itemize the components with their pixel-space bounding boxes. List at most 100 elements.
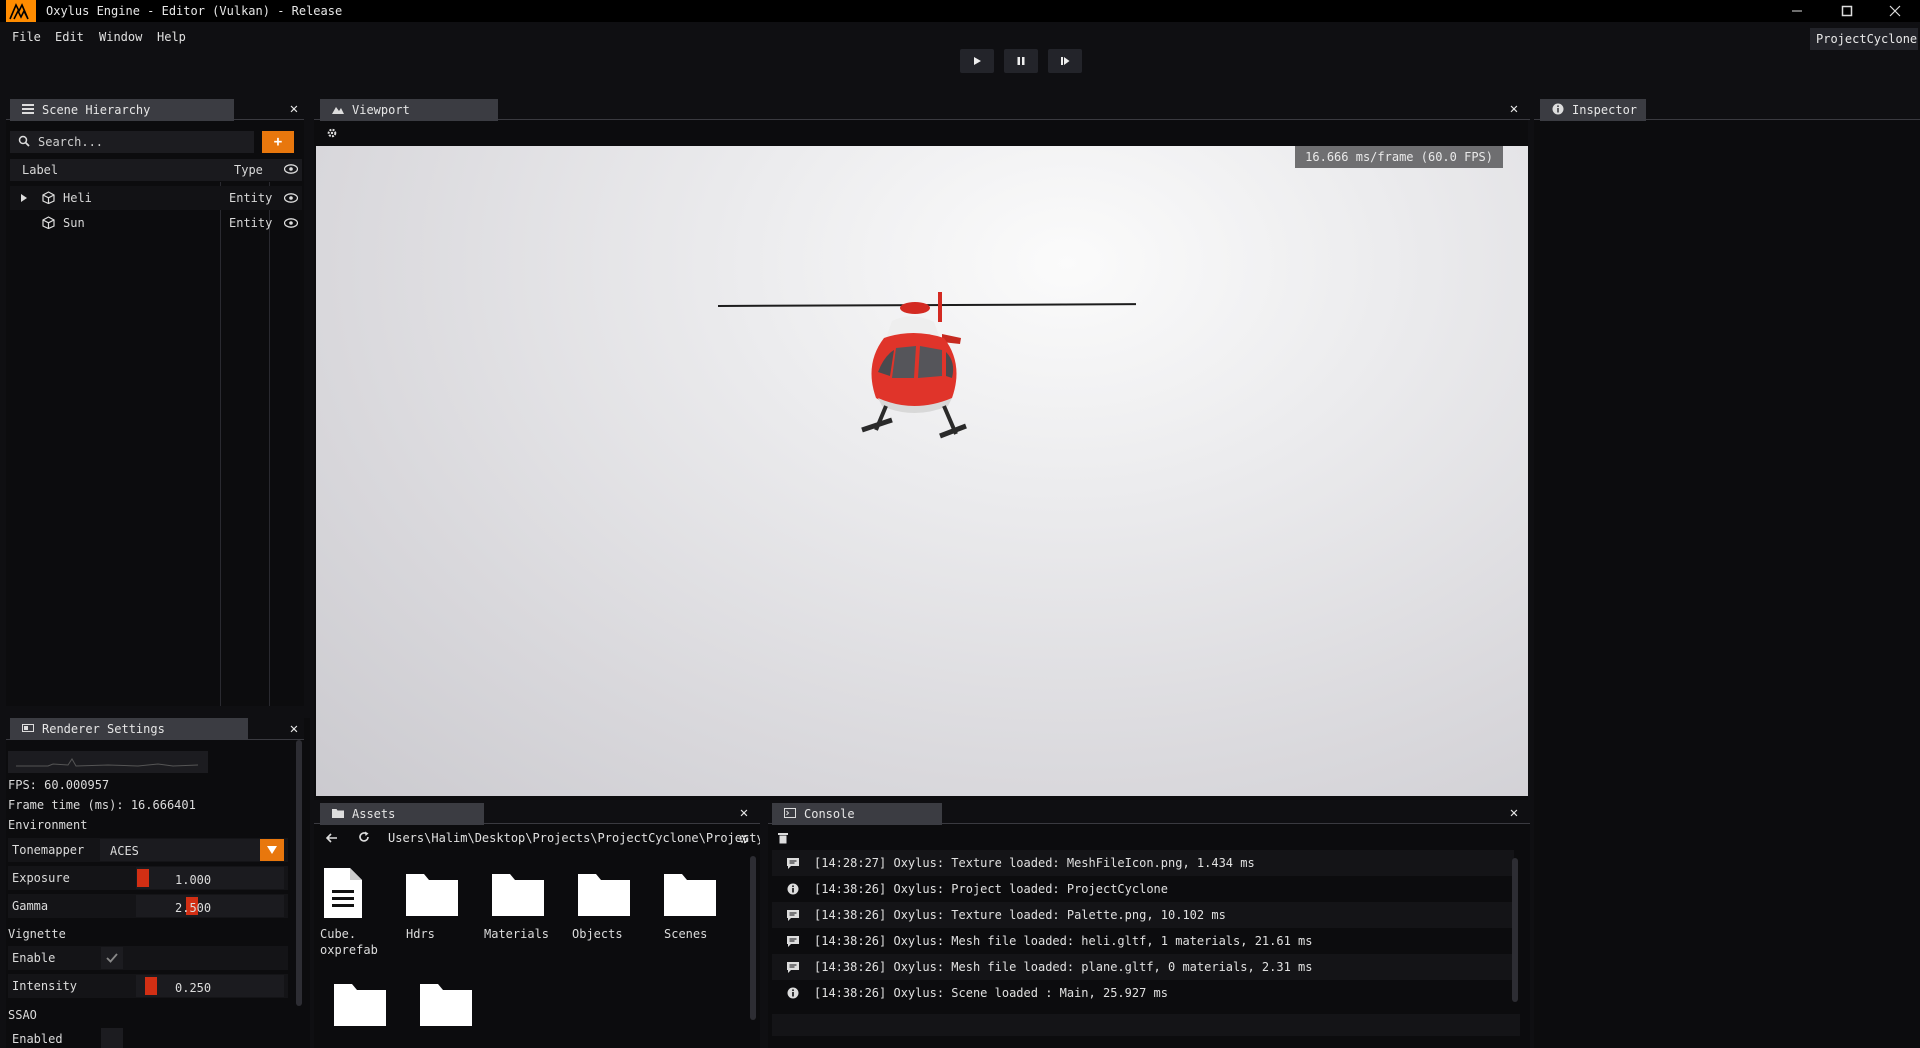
console-line[interactable]: [14:38:26] Oxylus: Mesh file loaded: hel… — [772, 928, 1514, 954]
tab-renderer-settings[interactable]: Renderer Settings — [10, 718, 248, 740]
asset-file-item[interactable]: Cube. oxprefab — [320, 866, 400, 958]
column-label-header[interactable]: Label — [22, 163, 58, 177]
entity-label[interactable]: Heli — [63, 191, 92, 205]
list-icon — [22, 103, 34, 117]
console-input[interactable] — [772, 1014, 1520, 1036]
maximize-button[interactable] — [1824, 0, 1870, 22]
tab-label: Console — [804, 807, 855, 821]
tab-scene-hierarchy[interactable]: Scene Hierarchy — [10, 99, 234, 121]
ssao-enabled-checkbox[interactable] — [101, 1028, 123, 1048]
column-divider — [269, 182, 270, 706]
asset-path-breadcrumb[interactable]: Users\Halim\Desktop\Projects\ProjectCycl… — [388, 831, 760, 845]
tonemapper-value: ACES — [110, 844, 139, 858]
exposure-label: Exposure — [12, 871, 70, 885]
menu-help[interactable]: Help — [157, 30, 186, 44]
tab-label: Scene Hierarchy — [42, 103, 151, 117]
back-arrow-icon[interactable] — [325, 832, 338, 846]
visibility-header-icon — [283, 163, 299, 177]
asset-folder-item[interactable] — [332, 976, 412, 1030]
chevron-down-icon[interactable] — [260, 839, 284, 861]
entity-type: Entity — [229, 216, 273, 230]
asset-label: Scenes — [664, 927, 708, 941]
gamma-value: 2.500 — [175, 901, 212, 915]
message-icon — [772, 857, 814, 869]
minimize-button[interactable] — [1774, 0, 1820, 22]
column-type-header[interactable]: Type — [234, 163, 263, 177]
console-line[interactable]: [14:38:26] Oxylus: Mesh file loaded: pla… — [772, 954, 1514, 980]
vignette-intensity-slider-grab[interactable] — [145, 977, 157, 995]
add-entity-button[interactable]: + — [262, 131, 294, 153]
info-icon — [772, 987, 814, 999]
assets-settings-gear-icon[interactable] — [738, 833, 750, 848]
expand-arrow-icon[interactable] — [20, 192, 28, 206]
asset-folder-item[interactable]: Scenes — [662, 866, 742, 942]
visibility-eye-icon[interactable] — [283, 192, 299, 206]
tab-viewport[interactable]: Viewport — [320, 99, 498, 121]
tab-inspector[interactable]: Inspector — [1540, 99, 1646, 121]
checkmark-icon — [106, 953, 118, 963]
asset-folder-item[interactable]: Hdrs — [404, 866, 484, 942]
menu-edit[interactable]: Edit — [55, 30, 84, 44]
project-name-label: ProjectCyclone — [1810, 28, 1918, 50]
tab-assets[interactable]: Assets — [320, 803, 484, 825]
console-line[interactable]: [14:28:27] Oxylus: Texture loaded: MeshF… — [772, 850, 1514, 876]
asset-folder-item[interactable]: Materials — [484, 866, 570, 942]
console-line[interactable]: [14:38:26] Oxylus: Project loaded: Proje… — [772, 876, 1514, 902]
console-scrollbar[interactable] — [1512, 858, 1518, 1002]
entity-cube-icon — [42, 216, 55, 232]
tab-label: Assets — [352, 807, 396, 821]
console-line[interactable]: [14:38:26] Oxylus: Texture loaded: Palet… — [772, 902, 1514, 928]
step-button[interactable] — [1048, 49, 1082, 73]
mountain-icon — [332, 103, 344, 117]
inspector-panel — [1534, 98, 1920, 1048]
terminal-icon — [784, 807, 796, 821]
oxylus-logo-icon — [6, 0, 36, 22]
search-placeholder: Search... — [38, 135, 104, 149]
console-line[interactable]: [14:38:26] Oxylus: Scene loaded : Main, … — [772, 980, 1514, 1006]
folder-icon — [664, 874, 716, 916]
pause-button[interactable] — [1004, 49, 1038, 73]
menu-file[interactable]: File — [12, 30, 41, 44]
close-window-button[interactable] — [1872, 0, 1918, 22]
close-viewport-button[interactable]: ✕ — [1506, 101, 1522, 117]
viewport-render[interactable]: 16.666 ms/frame (60.0 FPS) — [316, 146, 1528, 796]
hierarchy-search-input[interactable]: Search... — [10, 131, 254, 153]
renderer-scrollbar[interactable] — [296, 740, 302, 1006]
viewport-settings-gear-icon[interactable] — [326, 127, 338, 142]
asset-folder-item[interactable]: Objects — [572, 866, 656, 942]
folder-icon — [334, 984, 386, 1026]
asset-folder-item[interactable] — [418, 976, 498, 1030]
assets-scrollbar[interactable] — [750, 856, 756, 1020]
visibility-eye-icon[interactable] — [283, 217, 299, 231]
folder-icon — [332, 807, 344, 821]
message-icon — [772, 935, 814, 947]
trash-icon[interactable] — [778, 832, 788, 847]
section-ssao[interactable]: SSAO — [8, 1008, 37, 1022]
folder-icon — [406, 874, 458, 916]
message-icon — [772, 909, 814, 921]
menu-window[interactable]: Window — [99, 30, 142, 44]
tonemapper-label: Tonemapper — [12, 843, 85, 857]
exposure-slider-grab[interactable] — [137, 869, 149, 887]
asset-label: Objects — [572, 927, 623, 941]
fps-overlay: 16.666 ms/frame (60.0 FPS) — [1295, 146, 1503, 168]
close-console-button[interactable]: ✕ — [1506, 805, 1522, 821]
fps-readout: FPS: 60.000957 — [8, 778, 110, 792]
close-hierarchy-button[interactable]: ✕ — [286, 101, 302, 117]
info-icon — [1552, 103, 1564, 118]
frame-time-graph — [8, 751, 208, 773]
play-button[interactable] — [960, 49, 994, 73]
vignette-enable-checkbox[interactable] — [101, 947, 123, 969]
tab-console[interactable]: Console — [772, 803, 942, 825]
folder-icon — [420, 984, 472, 1026]
refresh-icon[interactable] — [358, 831, 370, 846]
frame-time-readout: Frame time (ms): 16.666401 — [8, 798, 196, 812]
section-vignette[interactable]: Vignette — [8, 927, 66, 941]
section-environment[interactable]: Environment — [8, 818, 87, 832]
close-assets-button[interactable]: ✕ — [736, 805, 752, 821]
asset-label: Materials — [484, 927, 550, 941]
entity-label[interactable]: Sun — [63, 216, 85, 230]
helicopter-model — [717, 292, 1136, 439]
asset-label: Cube. oxprefab — [320, 927, 378, 957]
close-renderer-button[interactable]: ✕ — [286, 721, 302, 737]
